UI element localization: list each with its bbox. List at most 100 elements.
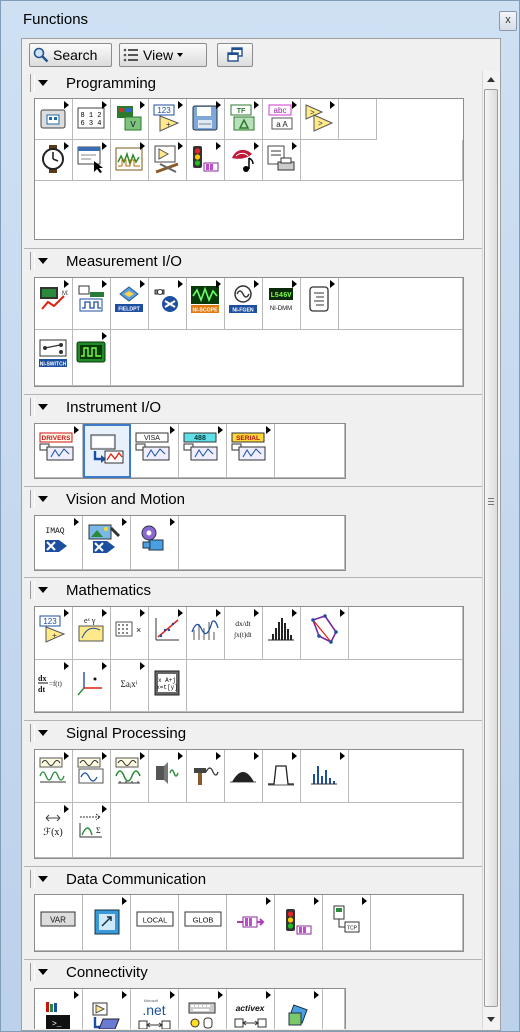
palette-item-waveform-generation[interactable] [35,750,73,803]
palette-item-filters[interactable] [263,750,301,803]
palette-list[interactable]: Programming 8 1 26 3 4 V 123 + TF abc a A … [24,71,482,1029]
palette-item-cluster-class-variant[interactable]: V [111,99,149,140]
icon-grid: DRIVERS VISA 488 SERIAL [34,423,346,479]
scroll-grip-line [488,498,494,499]
palette-item-gpib[interactable]: 488 [179,424,227,478]
section-header-signal-processing[interactable]: Signal Processing [24,721,482,745]
palette-item-global-variable[interactable]: GLOB [179,895,227,951]
palette-item-ni-switch[interactable]: NI-SWITCH [35,330,73,386]
palette-item-queue-notifier[interactable] [227,895,275,951]
palette-item-scripts-formulas[interactable]: x A+j x=t[y] [149,660,187,712]
palette-item-imaq-dx[interactable] [149,278,187,330]
palette-item-ni-swith-express[interactable] [301,278,339,330]
palette-item-file-io[interactable] [187,99,225,140]
vertical-scrollbar[interactable] [482,71,500,1029]
point-by-point-icon: Σ [79,813,102,838]
palette-item-report-generation[interactable] [263,140,301,181]
palette-item-signal-operation[interactable] [187,750,225,803]
palette-item-datasocket[interactable] [83,895,131,951]
palette-item-daqmx[interactable]: MX [35,278,73,330]
section-header-data-communication[interactable]: Data Communication [24,867,482,891]
palette-item-local-variable[interactable]: LOCAL [131,895,179,951]
palette-item-optimization[interactable] [301,607,349,660]
palette-item-instrument-drivers[interactable]: DRIVERS [35,424,83,478]
palette-item-graphics-sound[interactable] [225,140,263,181]
palette-item-dotnet[interactable]: Microsoft .net [131,989,179,1029]
activex-icon: activex [234,1003,267,1028]
palette-item-comparison[interactable]: > > [301,99,339,140]
palette-item-synchronization[interactable] [187,140,225,181]
palette-item-shared-variable[interactable]: VAR [35,895,83,951]
palette-item-source-control[interactable] [275,989,323,1029]
palette-item-transforms[interactable]: ℱ(x) [35,803,73,858]
palette-item-libraries-executables[interactable]: >_ [35,989,83,1029]
palette-item-input-device-control[interactable] [83,989,131,1029]
palette-item-fieldpoint[interactable]: FIELDPT [111,278,149,330]
restore-icon [226,47,243,62]
palette-item-visa[interactable]: VISA [131,424,179,478]
palette-item-numeric-math[interactable]: 123 + [35,607,73,660]
palette-item-vision-utilities[interactable] [83,516,131,570]
palette-item-motion[interactable] [131,516,179,570]
palette-item-integration-differentiation[interactable]: dx/dt ∫x(t)dt [225,607,263,660]
palette-item-array[interactable]: 8 1 26 3 4 [73,99,111,140]
section-header-instrument-io[interactable]: Instrument I/O [24,395,482,419]
scroll-up-arrow-icon[interactable] [487,77,495,82]
palette-item-ni-hsdio[interactable] [73,330,111,386]
window-title: Functions [23,11,89,28]
palette-item-dialog-ui[interactable] [73,140,111,181]
palette-item-differential-equations[interactable]: dx dt =f(t) [35,660,73,712]
palette-item-ni-fgen[interactable]: NI-FGEN [225,278,263,330]
palette-item-string[interactable]: abc a A [263,99,301,140]
palette-item-activex[interactable]: activex [227,989,275,1029]
search-label: Search [53,47,98,63]
palette-item-probability-statistics[interactable] [263,607,301,660]
submenu-arrow-icon [140,662,145,670]
section-header-measurement-io[interactable]: Measurement I/O [24,249,482,273]
close-button[interactable]: x [499,11,517,31]
palette-item-waveform-conditioning[interactable] [73,750,111,803]
palette-item-windows[interactable] [225,750,263,803]
palette-item-windows-registry[interactable] [179,989,227,1029]
section-header-mathematics[interactable]: Mathematics [24,578,482,602]
palette-item-interpolation[interactable] [187,607,225,660]
palette-item-fitting[interactable] [149,607,187,660]
section-header-programming[interactable]: Programming [24,71,482,95]
section-header-vision-motion[interactable]: Vision and Motion [24,487,482,511]
datasocket-icon [94,909,120,935]
palette-item-spectral-analysis[interactable] [301,750,349,803]
palette-item-signal-generation[interactable] [149,750,187,803]
palette-item-waveform-measurement[interactable] [111,750,149,803]
palette-item-instrument-io-assistant[interactable] [83,424,131,478]
submenu-arrow-icon [122,518,127,526]
palette-item-point-by-point[interactable]: Σ [73,803,111,858]
palette-item-geometry[interactable] [73,660,111,712]
restore-palette-button[interactable] [217,43,253,67]
palette-item-structures[interactable] [35,99,73,140]
palette-item-waveform[interactable] [111,140,149,181]
palette-item-imaq[interactable]: IMAQ [35,516,83,570]
palette-item-timing[interactable] [35,140,73,181]
palette-item-numeric[interactable]: 123 + [149,99,187,140]
view-button[interactable]: View [119,43,207,67]
section-header-connectivity[interactable]: Connectivity [24,960,482,984]
title-bar[interactable]: Functions x [1,1,519,37]
palette-item-polynomial[interactable]: Σaᵢxⁱ [111,660,149,712]
palette-item-ni-scope[interactable]: NI-SCOPE [187,278,225,330]
palette-item-synchronization-dc[interactable] [275,895,323,951]
palette-item-ni-scan[interactable] [73,278,111,330]
scroll-thumb[interactable] [484,89,498,1007]
palette-item-linear-algebra[interactable]: × [111,607,149,660]
search-button[interactable]: Search [29,43,112,67]
scroll-grip-line [488,501,494,502]
daqmx-icon: MX [40,287,68,310]
scroll-down-arrow-icon[interactable] [487,1017,495,1022]
palette-item-elementary[interactable]: eˣ γ [73,607,111,660]
svg-text:VAR: VAR [50,916,66,925]
palette-item-serial[interactable]: SERIAL [227,424,275,478]
palette-item-boolean[interactable]: TF [225,99,263,140]
palette-item-ni-dmm[interactable]: L546V NI-DMM [263,278,301,330]
palette-item-protocols[interactable]: TCP [323,895,371,951]
palette-item-application-control[interactable] [149,140,187,181]
protocols-icon: TCP [333,905,360,933]
